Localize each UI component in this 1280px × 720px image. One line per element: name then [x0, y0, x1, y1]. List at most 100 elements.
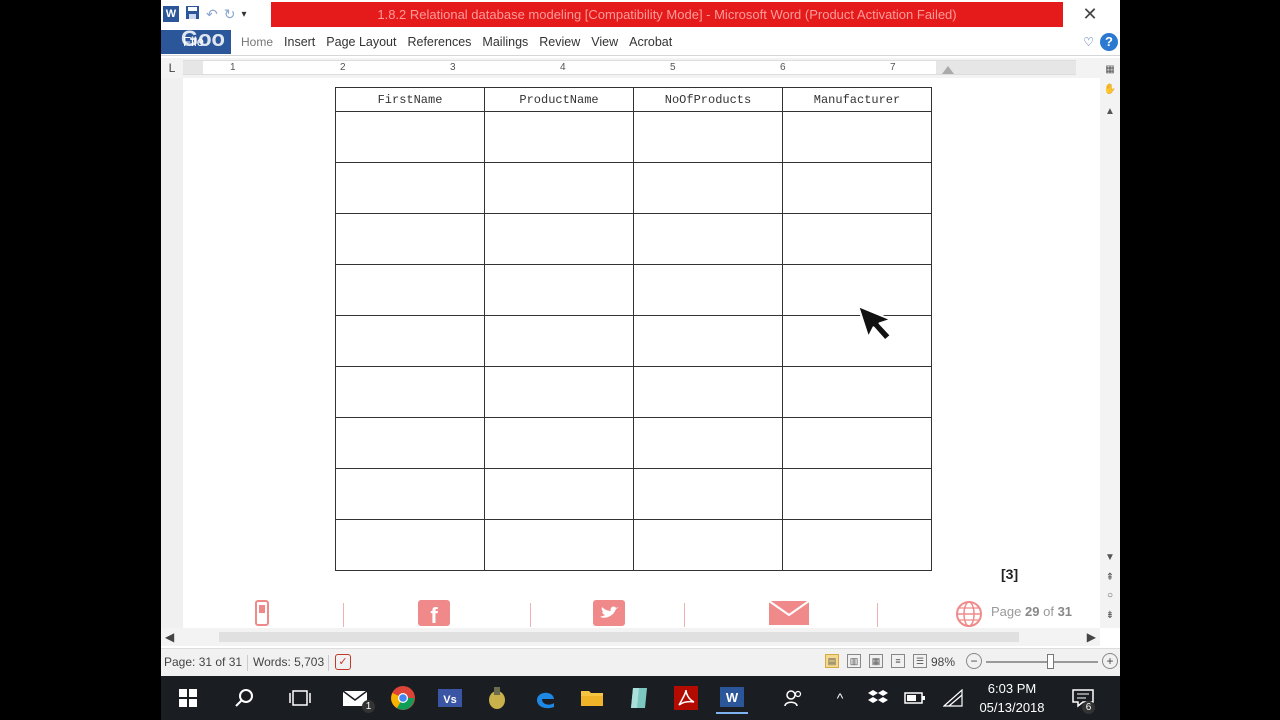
acrobat-icon[interactable] — [670, 682, 702, 714]
word-icon[interactable]: W — [716, 682, 748, 714]
table-cell[interactable] — [335, 315, 485, 367]
table-cell[interactable] — [782, 519, 932, 571]
vertical-scrollbar[interactable]: ▦ ✋ ▲ ▼ ⇞ ○ ⇟ — [1100, 58, 1120, 628]
tab-page-layout[interactable]: Page Layout — [320, 30, 401, 54]
edge-icon[interactable] — [529, 682, 561, 714]
close-button[interactable]: ✕ — [1080, 4, 1100, 24]
table-cell[interactable] — [633, 162, 783, 214]
ribbon-tabs: File Goo Home Insert Page Layout Referen… — [161, 26, 1120, 56]
wifi-icon[interactable] — [937, 682, 969, 714]
table-cell[interactable] — [335, 417, 485, 469]
table-cell[interactable] — [633, 519, 783, 571]
tab-mailings[interactable]: Mailings — [476, 30, 533, 54]
table-cell[interactable] — [484, 264, 634, 316]
undo-icon[interactable]: ↶ — [206, 6, 218, 23]
table-cell[interactable] — [484, 111, 634, 163]
previous-page-icon[interactable]: ⇞ — [1103, 572, 1117, 584]
tab-insert[interactable]: Insert — [278, 30, 320, 54]
search-icon[interactable] — [228, 682, 260, 714]
zoom-level[interactable]: 98% — [931, 655, 955, 669]
table-cell[interactable] — [335, 213, 485, 265]
pan-icon[interactable]: ✋ — [1103, 84, 1117, 96]
table-cell[interactable] — [484, 315, 634, 367]
status-page[interactable]: Page: 31 of 31 — [164, 655, 242, 669]
visio-icon[interactable]: Vs — [434, 682, 466, 714]
battery-icon[interactable] — [899, 682, 931, 714]
word-logo-icon[interactable]: W — [163, 6, 179, 22]
table-cell[interactable] — [782, 468, 932, 520]
table-cell[interactable] — [782, 417, 932, 469]
ruler-row: L 1 2 3 4 5 6 7 — [161, 58, 1120, 78]
scroll-down-icon[interactable]: ▼ — [1103, 552, 1117, 564]
scroll-right-icon[interactable]: ▶ — [1087, 630, 1096, 644]
status-words[interactable]: Words: 5,703 — [253, 655, 324, 669]
right-indent-marker[interactable] — [942, 66, 954, 74]
people-icon[interactable] — [777, 682, 809, 714]
redo-icon[interactable]: ↻ — [224, 6, 236, 23]
table-cell[interactable] — [633, 111, 783, 163]
help-icon[interactable]: ? — [1100, 33, 1118, 51]
save-icon[interactable] — [185, 5, 200, 23]
table-cell[interactable] — [484, 366, 634, 418]
table-cell[interactable] — [782, 213, 932, 265]
table-cell[interactable] — [484, 468, 634, 520]
table-cell[interactable] — [335, 366, 485, 418]
next-page-icon[interactable]: ⇟ — [1103, 610, 1117, 622]
tab-home[interactable]: Home — [235, 30, 278, 54]
outline-icon[interactable]: ≡ — [891, 654, 905, 668]
table-cell[interactable] — [633, 264, 783, 316]
zoom-in-icon[interactable]: + — [1102, 653, 1118, 669]
tab-acrobat[interactable]: Acrobat — [623, 30, 677, 54]
table-cell[interactable] — [633, 366, 783, 418]
table-row — [335, 417, 932, 469]
tab-selector[interactable]: L — [165, 61, 179, 75]
tab-view[interactable]: View — [585, 30, 623, 54]
table-cell[interactable] — [782, 162, 932, 214]
clock[interactable]: 6:03 PM 05/13/2018 — [967, 679, 1057, 717]
app-icon[interactable] — [623, 682, 655, 714]
data-table: FirstName ProductName NoOfProducts Manuf… — [335, 87, 932, 571]
browse-object-icon[interactable]: ○ — [1103, 590, 1117, 602]
table-cell[interactable] — [484, 519, 634, 571]
tab-references[interactable]: References — [401, 30, 476, 54]
horizontal-scrollbar[interactable]: ◀ ▶ — [161, 628, 1100, 646]
table-cell[interactable] — [484, 162, 634, 214]
start-icon[interactable] — [172, 682, 204, 714]
scroll-thumb[interactable] — [219, 632, 1019, 642]
zoom-slider[interactable] — [986, 661, 1098, 663]
table-cell[interactable] — [484, 417, 634, 469]
web-layout-icon[interactable]: ▦ — [869, 654, 883, 668]
show-hidden-icons-icon[interactable]: ^ — [824, 682, 856, 714]
table-cell[interactable] — [484, 213, 634, 265]
table-cell[interactable] — [633, 468, 783, 520]
full-screen-reading-icon[interactable]: ▥ — [847, 654, 861, 668]
tab-review[interactable]: Review — [533, 30, 585, 54]
gimp-icon[interactable] — [481, 682, 513, 714]
file-explorer-icon[interactable] — [576, 682, 608, 714]
chrome-icon[interactable] — [387, 682, 419, 714]
table-cell[interactable] — [633, 417, 783, 469]
table-cell[interactable] — [782, 366, 932, 418]
dropbox-icon[interactable] — [862, 682, 894, 714]
table-cell[interactable] — [335, 111, 485, 163]
table-cell[interactable] — [335, 468, 485, 520]
footer-page-number: Page 29 of 31 — [991, 604, 1072, 619]
table-cell[interactable] — [335, 264, 485, 316]
table-cell[interactable] — [633, 315, 783, 367]
table-cell[interactable] — [782, 111, 932, 163]
zoom-out-icon[interactable]: − — [966, 653, 982, 669]
scroll-left-icon[interactable]: ◀ — [165, 630, 174, 644]
task-view-icon[interactable] — [284, 682, 316, 714]
table-cell[interactable] — [335, 519, 485, 571]
ruler-toggle-icon[interactable]: ▦ — [1103, 64, 1117, 76]
customize-qat-icon[interactable]: ▾ — [241, 9, 246, 20]
table-cell[interactable] — [335, 162, 485, 214]
draft-icon[interactable]: ☰ — [913, 654, 927, 668]
print-layout-icon[interactable]: ▤ — [825, 654, 839, 668]
table-cell[interactable] — [633, 213, 783, 265]
proofing-icon[interactable]: ✓ — [335, 654, 351, 670]
scroll-up-icon[interactable]: ▲ — [1103, 106, 1117, 118]
minimize-ribbon-icon[interactable]: ♡ — [1083, 35, 1094, 49]
horizontal-ruler[interactable]: 1 2 3 4 5 6 7 — [183, 60, 1076, 75]
zoom-slider-thumb[interactable] — [1046, 654, 1054, 669]
